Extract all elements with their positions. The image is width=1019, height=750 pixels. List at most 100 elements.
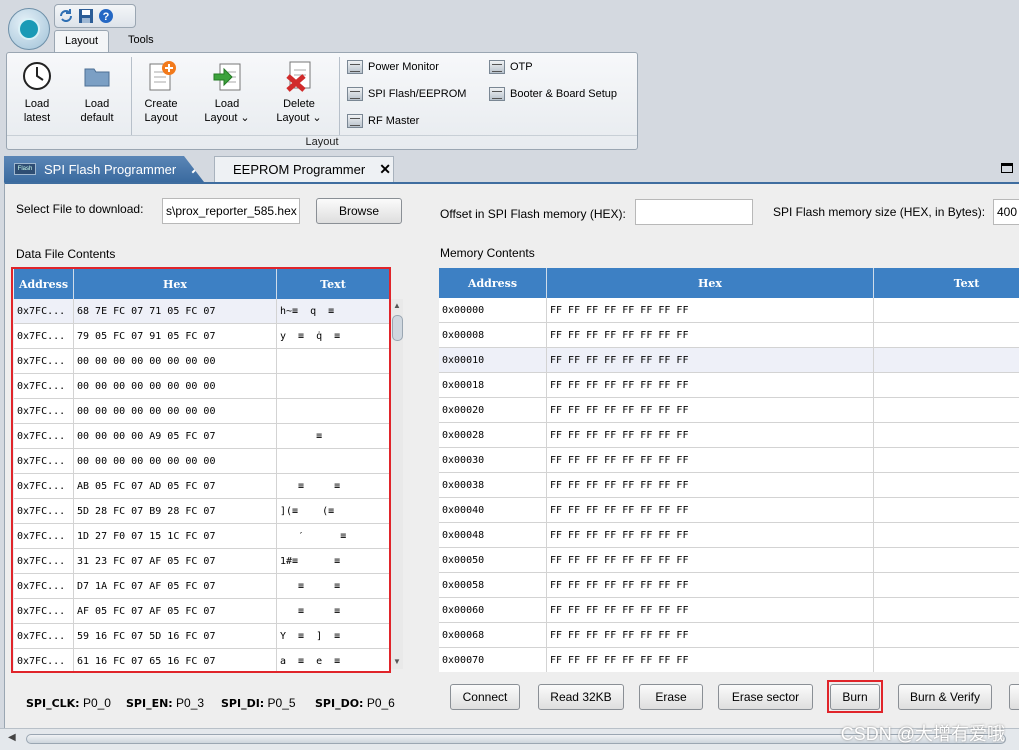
burn-button[interactable]: Burn: [830, 684, 880, 710]
memory-size-input[interactable]: 400: [993, 199, 1019, 225]
table-row[interactable]: 0x7FC... 68 7E FC 07 71 05 FC 07 h~≡ q ≡: [14, 299, 390, 324]
cell-text: ](≡ (≡: [277, 499, 390, 524]
table-row[interactable]: 0x7FC... 00 00 00 00 00 00 00 00: [14, 449, 390, 474]
table-row[interactable]: 0x00028 FF FF FF FF FF FF FF FF: [439, 423, 1019, 448]
table-row[interactable]: 0x7FC... 00 00 00 00 00 00 00 00: [14, 349, 390, 374]
table-row[interactable]: 0x00058 FF FF FF FF FF FF FF FF: [439, 573, 1019, 598]
cell-hex: FF FF FF FF FF FF FF FF: [547, 598, 874, 623]
cell-text: [874, 348, 1019, 373]
cell-address: 0x7FC...: [14, 299, 74, 324]
column-header-text[interactable]: Text: [277, 269, 390, 299]
restore-window-icon[interactable]: [1001, 163, 1013, 173]
cell-hex: FF FF FF FF FF FF FF FF: [547, 623, 874, 648]
scroll-up-icon[interactable]: ▲: [391, 299, 403, 313]
table-row[interactable]: 0x7FC... AB 05 FC 07 AD 05 FC 07 ≡ ≡: [14, 474, 390, 499]
table-row[interactable]: 0x7FC... 79 05 FC 07 91 05 FC 07 y ≡ q̇ ≡: [14, 324, 390, 349]
application-menu-button[interactable]: [8, 8, 50, 50]
table-row[interactable]: 0x00008 FF FF FF FF FF FF FF FF: [439, 323, 1019, 348]
pin-spi-clk: SPI_CLK: P0_0: [26, 696, 111, 710]
scroll-left-icon[interactable]: ◀: [8, 732, 16, 743]
table-row[interactable]: 0x00000 FF FF FF FF FF FF FF FF: [439, 298, 1019, 323]
table-row[interactable]: 0x7FC... 59 16 FC 07 5D 16 FC 07 Y ≡ ] ≡: [14, 624, 390, 649]
refresh-icon[interactable]: [58, 8, 74, 24]
cell-address: 0x7FC...: [14, 424, 74, 449]
help-icon[interactable]: ?: [98, 8, 114, 24]
table-row[interactable]: 0x00068 FF FF FF FF FF FF FF FF: [439, 623, 1019, 648]
cell-address: 0x7FC...: [14, 474, 74, 499]
column-header-hex[interactable]: Hex: [547, 268, 874, 298]
load-default-button[interactable]: Load default: [69, 57, 125, 129]
cell-address: 0x00068: [439, 623, 547, 648]
load-latest-button[interactable]: Load latest: [9, 57, 65, 129]
svg-text:?: ?: [103, 11, 110, 23]
load-latest-label-2: latest: [23, 112, 51, 124]
delete-layout-button[interactable]: Delete Layout ⌄: [271, 57, 327, 129]
column-header-address[interactable]: Address: [439, 268, 547, 298]
scroll-thumb[interactable]: [392, 315, 403, 341]
otp-item[interactable]: OTP: [489, 57, 533, 77]
table-row[interactable]: 0x00038 FF FF FF FF FF FF FF FF: [439, 473, 1019, 498]
table-row[interactable]: 0x00030 FF FF FF FF FF FF FF FF: [439, 448, 1019, 473]
cell-hex: 79 05 FC 07 91 05 FC 07: [74, 324, 277, 349]
save-icon[interactable]: [78, 8, 94, 24]
tab-eeprom-programmer[interactable]: EEPROM Programmer ✕: [214, 156, 394, 182]
load-layout-icon: [210, 59, 244, 93]
offset-input[interactable]: [635, 199, 753, 225]
table-row[interactable]: 0x7FC... 00 00 00 00 A9 05 FC 07 ≡: [14, 424, 390, 449]
table-row[interactable]: 0x00048 FF FF FF FF FF FF FF FF: [439, 523, 1019, 548]
column-header-hex[interactable]: Hex: [74, 269, 277, 299]
table-row[interactable]: 0x00010 FF FF FF FF FF FF FF FF: [439, 348, 1019, 373]
rf-master-item[interactable]: RF Master: [347, 111, 419, 131]
cell-hex: FF FF FF FF FF FF FF FF: [547, 523, 874, 548]
table-row[interactable]: 0x00020 FF FF FF FF FF FF FF FF: [439, 398, 1019, 423]
tab-spi-flash-programmer[interactable]: Flash SPI Flash Programmer ✕: [4, 156, 204, 182]
document-tab-bar: Flash SPI Flash Programmer ✕ EEPROM Prog…: [4, 156, 1019, 182]
table-row[interactable]: 0x7FC... 61 16 FC 07 65 16 FC 07 a ≡ e ≡: [14, 649, 390, 673]
burn-verify-button[interactable]: Burn & Verify: [898, 684, 992, 710]
data-file-scrollbar[interactable]: ▲ ▼: [390, 299, 403, 669]
column-header-text[interactable]: Text: [874, 268, 1019, 298]
read-32kb-button[interactable]: Read 32KB: [538, 684, 624, 710]
file-path-input[interactable]: s\prox_reporter_585.hex: [162, 198, 300, 224]
table-row[interactable]: 0x00050 FF FF FF FF FF FF FF FF: [439, 548, 1019, 573]
table-row[interactable]: 0x7FC... 31 23 FC 07 AF 05 FC 07 1#≡ ≡: [14, 549, 390, 574]
table-row[interactable]: 0x00040 FF FF FF FF FF FF FF FF: [439, 498, 1019, 523]
cell-text: [277, 449, 390, 474]
table-row[interactable]: 0x00060 FF FF FF FF FF FF FF FF: [439, 598, 1019, 623]
erase-sector-button[interactable]: Erase sector: [718, 684, 813, 710]
table-row[interactable]: 0x7FC... AF 05 FC 07 AF 05 FC 07 ≡ ≡: [14, 599, 390, 624]
table-row[interactable]: 0x7FC... 1D 27 F0 07 15 1C FC 07 ′ ≡: [14, 524, 390, 549]
tab-tools[interactable]: Tools: [118, 30, 164, 52]
cell-hex: 00 00 00 00 00 00 00 00: [74, 374, 277, 399]
table-row[interactable]: 0x7FC... 5D 28 FC 07 B9 28 FC 07](≡ (≡: [14, 499, 390, 524]
column-header-address[interactable]: Address: [14, 269, 74, 299]
quick-access-toolbar: ?: [54, 4, 136, 28]
connect-button[interactable]: Connect: [450, 684, 520, 710]
pin-spi-en: SPI_EN: P0_3: [126, 696, 204, 710]
erase-button[interactable]: Erase: [639, 684, 703, 710]
table-row[interactable]: 0x7FC... D7 1A FC 07 AF 05 FC 07 ≡ ≡: [14, 574, 390, 599]
table-row[interactable]: 0x7FC... 00 00 00 00 00 00 00 00: [14, 374, 390, 399]
spi-flash-eeprom-item[interactable]: SPI Flash/EEPROM: [347, 84, 466, 104]
table-row[interactable]: 0x00070 FF FF FF FF FF FF FF FF: [439, 648, 1019, 672]
create-layout-button[interactable]: Create Layout: [133, 57, 189, 129]
scroll-down-icon[interactable]: ▼: [391, 655, 403, 669]
panel-icon: [347, 60, 363, 74]
cell-address: 0x00040: [439, 498, 547, 523]
cell-text: [874, 523, 1019, 548]
delete-layout-icon: [282, 59, 316, 93]
more-actions-button[interactable]: [1009, 684, 1019, 710]
table-row[interactable]: 0x7FC... 00 00 00 00 00 00 00 00: [14, 399, 390, 424]
booter-board-setup-item[interactable]: Booter & Board Setup: [489, 84, 617, 104]
tab-layout[interactable]: Layout: [54, 30, 110, 52]
close-icon[interactable]: ✕: [379, 161, 391, 178]
flash-chip-icon: Flash: [14, 163, 36, 175]
power-monitor-item[interactable]: Power Monitor: [347, 57, 439, 77]
panel-icon: [347, 114, 363, 128]
load-layout-button[interactable]: Load Layout ⌄: [199, 57, 255, 129]
table-row[interactable]: 0x00018 FF FF FF FF FF FF FF FF: [439, 373, 1019, 398]
close-icon[interactable]: ✕: [190, 161, 202, 178]
power-monitor-label: Power Monitor: [368, 61, 439, 73]
cell-text: [874, 548, 1019, 573]
browse-button[interactable]: Browse: [316, 198, 402, 224]
